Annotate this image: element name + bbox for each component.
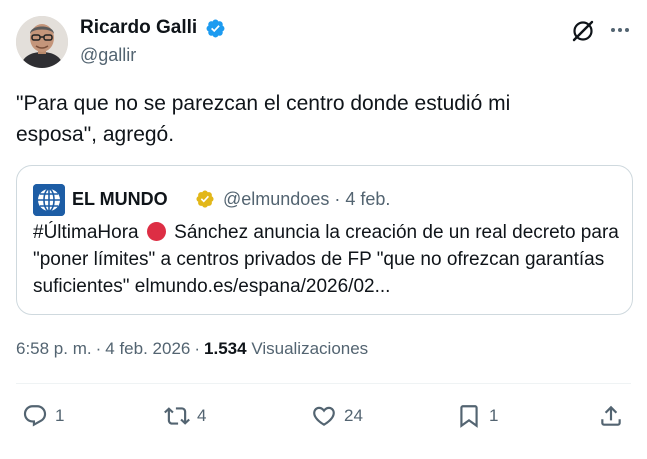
quoted-meta: @elmundoes · 4 feb. bbox=[223, 187, 395, 211]
author-name[interactable]: Ricardo Galli bbox=[80, 16, 197, 40]
retweet-count: 4 bbox=[197, 406, 207, 425]
share-icon bbox=[601, 405, 621, 426]
hashtag-link[interactable]: #ÚltimaHora bbox=[33, 222, 139, 243]
bookmark-button[interactable]: 1 bbox=[456, 402, 498, 430]
meta-separator: · bbox=[95, 339, 102, 358]
verified-badge-icon bbox=[206, 19, 225, 38]
red-circle-icon bbox=[146, 222, 166, 241]
meta-separator-2: · bbox=[194, 339, 201, 358]
like-button[interactable]: 24 bbox=[311, 402, 363, 430]
tweet-timestamp: 6:58 p. m. · 4 feb. 2026 · 1.534 Visualizaci… bbox=[16, 338, 368, 360]
grok-icon[interactable] bbox=[570, 18, 596, 44]
quoted-text: #ÚltimaHora Sánchez anuncia la creación … bbox=[33, 219, 623, 300]
quoted-separator: · bbox=[334, 189, 341, 209]
bookmark-icon bbox=[460, 405, 478, 428]
gold-verified-icon bbox=[196, 190, 214, 208]
like-count: 24 bbox=[344, 406, 363, 425]
quoted-handle: @elmundoes bbox=[223, 189, 330, 209]
avatar[interactable] bbox=[16, 16, 68, 68]
quoted-tweet[interactable]: EL MUNDO @elmundoes · 4 feb. #ÚltimaHora S… bbox=[16, 165, 633, 315]
like-icon bbox=[313, 406, 335, 426]
retweet-button[interactable]: 4 bbox=[164, 402, 206, 430]
quoted-author-name: EL MUNDO bbox=[72, 189, 168, 209]
views-label: Visualizaciones bbox=[251, 339, 369, 358]
reply-button[interactable]: 1 bbox=[22, 402, 64, 430]
tweet-date[interactable]: 4 feb. 2026 bbox=[105, 339, 190, 358]
bookmark-count: 1 bbox=[489, 406, 499, 425]
author-handle[interactable]: @gallir bbox=[80, 44, 136, 66]
reply-count: 1 bbox=[55, 406, 65, 425]
el-mundo-logo-icon bbox=[33, 184, 65, 216]
quoted-date: 4 feb. bbox=[345, 189, 391, 209]
more-icon[interactable] bbox=[608, 18, 632, 42]
reply-icon bbox=[23, 405, 47, 427]
divider bbox=[16, 383, 631, 384]
tweet-text: "Para que no se parezcan el centro donde… bbox=[16, 92, 511, 146]
retweet-icon bbox=[164, 407, 190, 425]
tweet-time[interactable]: 6:58 p. m. bbox=[16, 339, 92, 358]
views-count: 1.534 bbox=[204, 339, 247, 358]
share-button[interactable] bbox=[598, 402, 624, 430]
